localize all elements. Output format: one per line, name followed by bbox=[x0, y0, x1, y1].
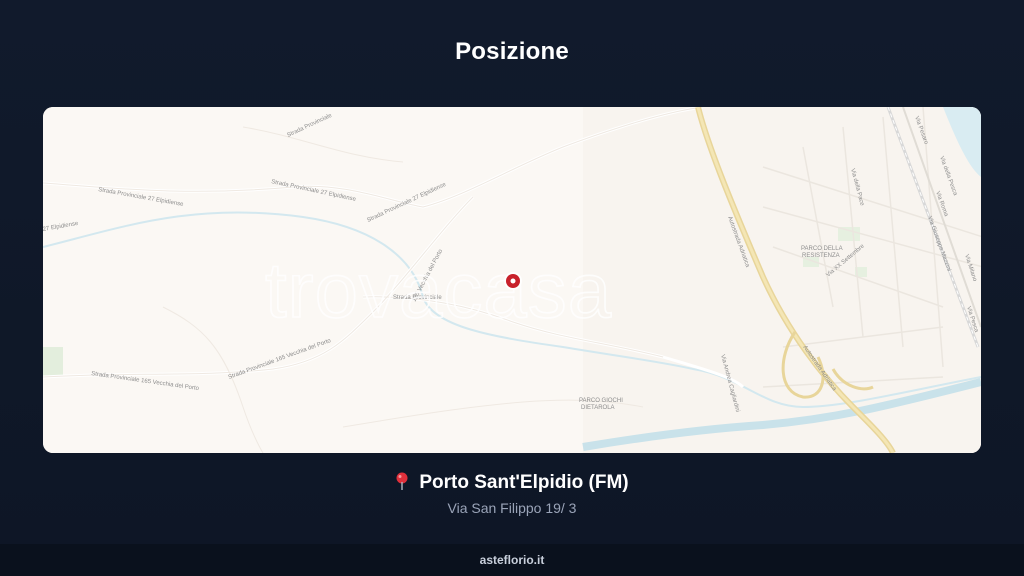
map-canvas[interactable]: Strada Provinciale 27 Elpidiense Strada … bbox=[43, 107, 981, 453]
location-address: Via San Filippo 19/ 3 bbox=[447, 500, 577, 516]
place-label: PARCO GIOCHI bbox=[579, 398, 623, 404]
location-heading: Porto Sant'Elpidio (FM) bbox=[0, 472, 1024, 494]
place-label: PARCO DELLA bbox=[801, 246, 843, 252]
map-view[interactable]: Strada Provinciale 27 Elpidiense Strada … bbox=[43, 107, 981, 453]
page-title: Posizione bbox=[455, 38, 569, 65]
place-label: RESISTENZA bbox=[802, 253, 840, 259]
footer-brand[interactable]: asteflorio.it bbox=[0, 544, 1024, 576]
place-label: DIETAROLA bbox=[581, 405, 615, 411]
watermark-logo: trovacasa bbox=[265, 246, 612, 334]
location-city: Porto Sant'Elpidio (FM) bbox=[419, 472, 629, 493]
location-marker-icon[interactable] bbox=[504, 272, 522, 290]
map-pin-icon bbox=[395, 472, 409, 493]
